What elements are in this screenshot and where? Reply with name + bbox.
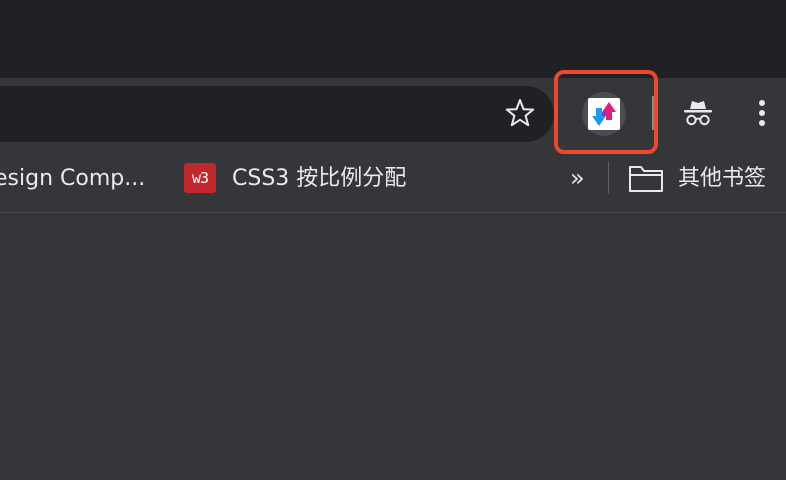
bookmarks-separator	[608, 162, 609, 194]
bookmark-item-label[interactable]: CSS3 按比例分配	[232, 164, 406, 194]
w3-favicon-text: w3	[191, 169, 209, 187]
toolbar-separator	[652, 96, 654, 130]
page-content	[0, 213, 786, 480]
kebab-menu-icon[interactable]	[750, 96, 774, 130]
bookmarks-bar: esign Comp... CSS3 按比例分配 其他书签	[0, 152, 786, 212]
browser-toolbar	[0, 78, 786, 152]
highlight-box	[554, 70, 658, 154]
bookmark-star-icon[interactable]	[503, 96, 537, 130]
address-bar[interactable]	[0, 86, 554, 142]
tab-strip	[0, 0, 786, 78]
other-bookmarks-label[interactable]: 其他书签	[678, 164, 766, 194]
bookmark-item-label[interactable]: esign Comp...	[0, 164, 145, 194]
w3-favicon: w3	[184, 163, 216, 193]
incognito-icon[interactable]	[681, 96, 715, 130]
bookmarks-overflow-button[interactable]: »	[570, 164, 585, 192]
folder-icon[interactable]	[628, 162, 664, 194]
